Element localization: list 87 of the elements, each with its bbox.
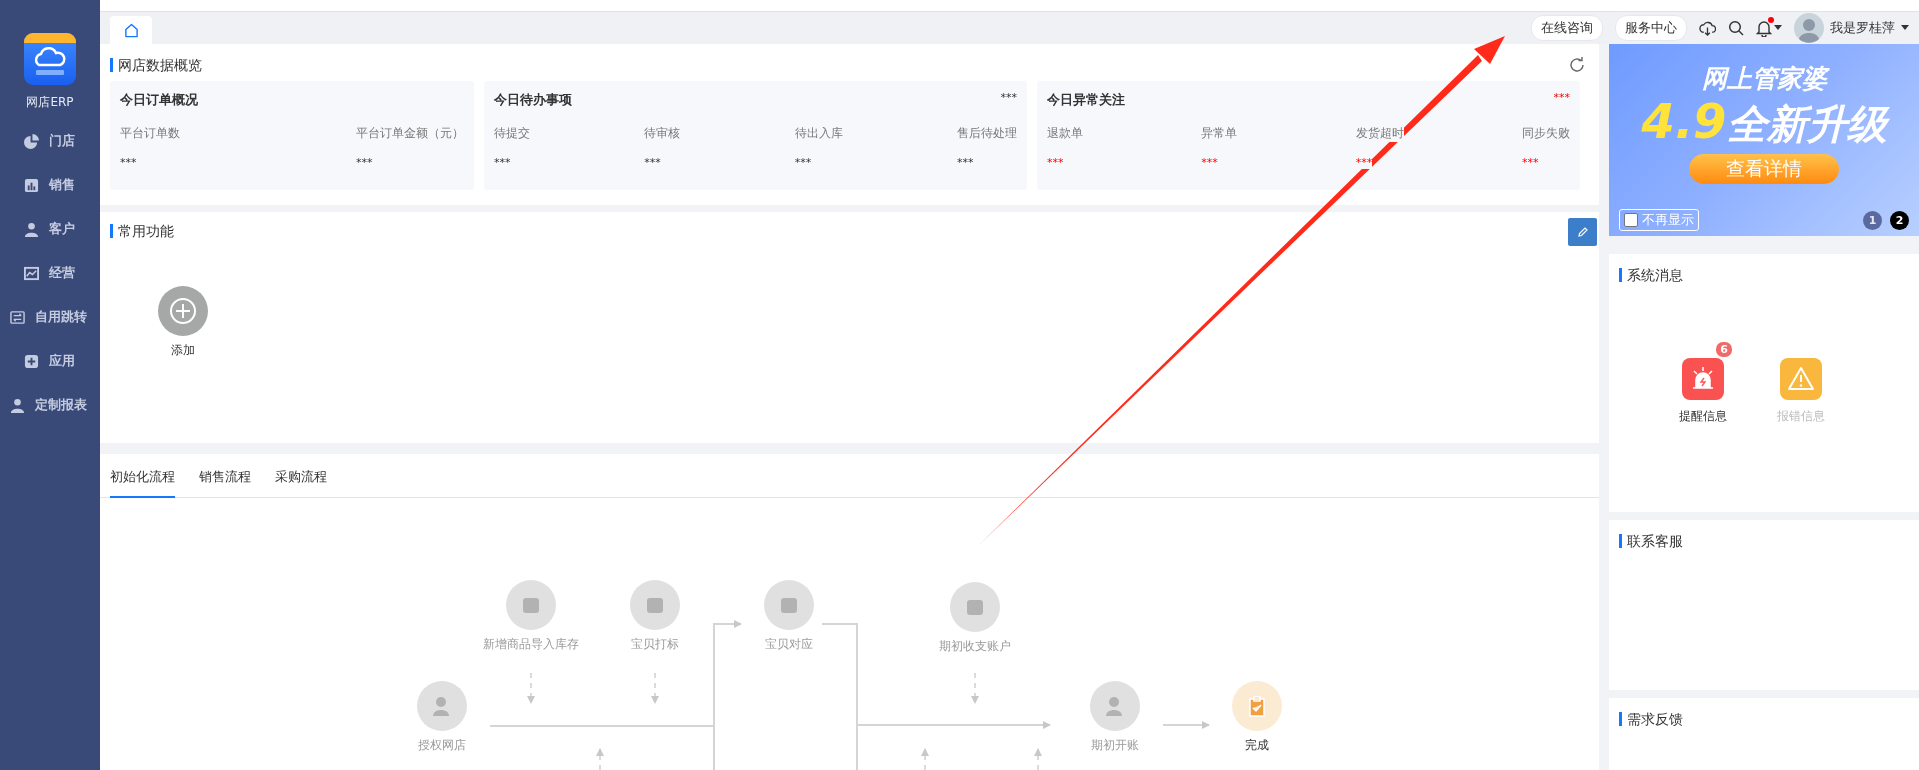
header-link[interactable]: 服务中心 — [1615, 15, 1687, 41]
home-tab[interactable] — [110, 16, 152, 44]
section-title: 常用功能 — [110, 224, 174, 238]
flow-tab[interactable]: 采购流程 — [275, 468, 327, 498]
masked-value: *** — [1000, 91, 1017, 106]
step-label: 完成 — [1245, 738, 1269, 752]
count-badge: 6 — [1716, 342, 1732, 357]
caret-icon — [1774, 25, 1782, 31]
step-node[interactable] — [506, 580, 556, 630]
connector-arrow — [1162, 721, 1210, 729]
home-icon — [123, 22, 139, 38]
message-button[interactable] — [1780, 358, 1822, 400]
message-label: 提醒信息 — [1679, 408, 1727, 425]
flow-tab[interactable]: 销售流程 — [199, 468, 251, 498]
sidebar-item[interactable]: 销售 — [0, 163, 100, 207]
sidebar-item[interactable]: 应用 — [0, 339, 100, 383]
message-label: 报错信息 — [1777, 408, 1825, 425]
logo-icon — [24, 33, 76, 85]
list-icon — [10, 309, 25, 325]
plus-icon — [24, 353, 39, 369]
sidebar-item[interactable]: 自用跳转 — [0, 295, 100, 339]
sidebar-item[interactable]: 客户 — [0, 207, 100, 251]
user-menu[interactable]: 我是罗桂萍 — [1794, 13, 1909, 43]
cloud-download-icon[interactable] — [1699, 19, 1716, 37]
metric-label: 待出入库 — [794, 125, 843, 142]
person-icon — [10, 397, 25, 413]
step-label: 宝贝对应 — [765, 637, 813, 651]
add-label: 添加 — [171, 342, 195, 359]
dashed-arrow — [1034, 748, 1042, 770]
metric-label: 发货超时 — [1355, 125, 1404, 142]
dashed-arrow — [971, 672, 979, 704]
card-title: 今日待办事项 — [494, 91, 572, 109]
masked-value: *** — [1553, 91, 1570, 106]
warning-icon — [1787, 365, 1815, 393]
section-title: 联系客服 — [1619, 534, 1909, 548]
avatar-icon — [1794, 13, 1824, 43]
step-node[interactable] — [1090, 681, 1140, 731]
section-title: 需求反馈 — [1619, 712, 1909, 726]
section-title: 系统消息 — [1619, 268, 1909, 282]
step-node[interactable] — [417, 681, 467, 731]
section-title: 网店数据概览 — [110, 58, 202, 72]
caret-icon — [1901, 25, 1909, 31]
sidebar-item[interactable]: 经营 — [0, 251, 100, 295]
person-icon — [24, 221, 39, 237]
metric-label: 待审核 — [644, 125, 681, 142]
edit-button[interactable] — [1568, 218, 1597, 246]
flow-tab[interactable]: 初始化流程 — [110, 468, 175, 498]
metric-value: *** — [1355, 156, 1373, 169]
pencil-icon — [1576, 226, 1589, 238]
page-dot[interactable]: 2 — [1890, 210, 1909, 230]
sidebar-item[interactable]: 定制报表 — [0, 383, 100, 427]
page-dot[interactable]: 1 — [1863, 210, 1882, 230]
metric-label: 同步失败 — [1522, 125, 1570, 142]
metric-label: 异常单 — [1201, 125, 1238, 142]
banner-version: 4.9 — [1641, 93, 1727, 149]
step-node[interactable] — [630, 580, 680, 630]
step-label: 授权网店 — [418, 738, 466, 752]
step-label: 新增商品导入库存 — [483, 637, 579, 651]
card-title: 今日异常关注 — [1047, 91, 1125, 109]
checkbox[interactable] — [1624, 213, 1638, 227]
step-label: 期初开账 — [1091, 738, 1139, 752]
app-name: 网店ERP — [26, 94, 74, 111]
add-button[interactable] — [158, 286, 208, 336]
refresh-icon[interactable] — [1569, 57, 1585, 73]
step-node[interactable] — [950, 582, 1000, 632]
chart-icon — [24, 265, 39, 281]
promo-banner[interactable]: 网上管家婆 4.9全新升级 查看详情 不再显示 1 2 — [1609, 44, 1919, 236]
dashed-arrow — [921, 748, 929, 770]
step-label: 宝贝打标 — [631, 637, 679, 651]
card-title: 今日订单概况 — [120, 91, 198, 109]
metric-label: 平台订单数 — [120, 125, 180, 142]
metric-label: 待提交 — [494, 125, 530, 142]
metric-label: 退款单 — [1047, 125, 1083, 142]
step-node[interactable] — [764, 580, 814, 630]
dashed-arrow — [527, 672, 535, 704]
dashed-arrow — [596, 748, 604, 770]
step-label: 期初收支账户 — [939, 639, 1011, 653]
header-link[interactable]: 在线咨询 — [1531, 15, 1603, 41]
step-node[interactable] — [1232, 681, 1282, 731]
search-icon[interactable] — [1728, 20, 1744, 36]
sidebar-item[interactable]: 门店 — [0, 119, 100, 163]
bell-icon — [1756, 19, 1772, 37]
metric-label: 售后待处理 — [957, 125, 1017, 142]
dashed-arrow — [651, 672, 659, 704]
notification-button[interactable] — [1756, 19, 1782, 37]
pie-chart-icon — [24, 133, 39, 149]
bar-chart-icon — [24, 177, 39, 193]
